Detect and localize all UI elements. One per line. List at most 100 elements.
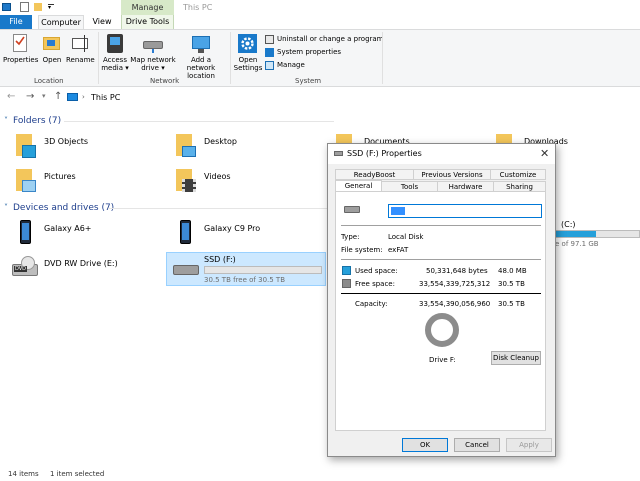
device-free-space: e of 97.1 GB — [555, 240, 599, 248]
tab-drive-tools[interactable]: Drive Tools — [121, 15, 174, 29]
folder-label: 3D Objects — [44, 137, 89, 146]
open-arrow-icon — [47, 40, 55, 46]
window-title: This PC — [183, 3, 213, 12]
desktop-screen-icon — [182, 146, 196, 157]
free-space-swatch — [342, 279, 351, 288]
properties-dialog: SSD (F:) Properties ✕ ReadyBoost Previou… — [327, 143, 556, 457]
hard-drive-icon — [173, 265, 199, 275]
manage-icon — [265, 61, 274, 70]
folder-label: Desktop — [204, 137, 237, 146]
disk-cleanup-button[interactable]: Disk Cleanup — [491, 351, 541, 365]
type-label: Type: — [341, 233, 360, 241]
dvd-badge-icon: DVD — [14, 266, 28, 272]
drive-name-input[interactable] — [388, 204, 542, 218]
tab-file[interactable]: File — [0, 15, 32, 29]
device-item-c-drive[interactable]: (C:) e of 97.1 GB — [555, 218, 640, 250]
title-bar: ▾ Manage This PC — [0, 0, 640, 15]
device-item-dvd[interactable]: DVD DVD RW Drive (E:) — [12, 256, 164, 286]
forward-arrow-icon[interactable]: → — [26, 91, 34, 102]
network-location-icon — [192, 36, 210, 49]
uninstall-icon — [265, 35, 274, 44]
access-media-screen-icon — [110, 37, 120, 45]
rename-label: Rename — [66, 56, 95, 64]
ok-button[interactable]: OK — [402, 438, 448, 452]
group-location-label: Location — [34, 77, 64, 85]
3d-cube-icon — [22, 145, 36, 158]
address-path[interactable]: This PC — [91, 93, 120, 102]
network-location-stand-icon — [198, 49, 204, 53]
device-label: SSD (F:) — [204, 255, 236, 264]
network-drive-icon — [143, 41, 163, 49]
add-network-location-label: Add a network location — [186, 56, 216, 80]
rename-cursor-icon — [84, 35, 85, 52]
properties-label: Properties — [3, 56, 39, 64]
back-arrow-icon[interactable]: ← — [7, 91, 15, 102]
manage-context-label: Manage — [131, 3, 164, 12]
tab-computer[interactable]: Computer — [38, 15, 84, 29]
disk-usage-donut — [425, 313, 459, 347]
ribbon-separator — [382, 32, 383, 84]
new-folder-qa-icon[interactable] — [34, 3, 42, 11]
divider — [341, 293, 541, 294]
this-pc-icon — [67, 93, 78, 101]
device-item-ssd[interactable]: SSD (F:) 30.5 TB free of 30.5 TB — [166, 252, 326, 286]
general-panel: Type: Local Disk File system: exFAT Used… — [335, 191, 546, 431]
tab-previous-versions[interactable]: Previous Versions — [413, 169, 491, 180]
drive-large-icon — [344, 206, 360, 213]
close-icon[interactable]: ✕ — [540, 147, 549, 160]
free-space-label: Free space: — [355, 280, 395, 288]
status-selection: 1 item selected — [50, 470, 105, 478]
network-drive-cable-icon — [152, 49, 154, 53]
open-label: Open — [42, 56, 62, 64]
folder-label: Pictures — [44, 172, 76, 181]
phone-screen-icon — [22, 223, 29, 240]
pictures-photo-icon — [22, 180, 36, 192]
folder-item-pictures[interactable]: Pictures — [14, 169, 164, 199]
phone-screen-icon — [182, 223, 189, 240]
tab-customize[interactable]: Customize — [490, 169, 546, 180]
folders-chevron-icon[interactable]: ˅ — [4, 116, 8, 125]
qa-dropdown-icon[interactable]: ▾ — [48, 4, 54, 11]
folders-header[interactable]: Folders (7) — [13, 116, 61, 126]
apply-button[interactable]: Apply — [506, 438, 552, 452]
device-label: Galaxy A6+ — [44, 224, 92, 233]
properties-qa-icon[interactable] — [20, 2, 29, 12]
free-space-size: 30.5 TB — [498, 280, 525, 288]
manage-button[interactable]: Manage — [265, 60, 315, 71]
capacity-bytes: 33,554,390,056,960 — [419, 300, 491, 308]
group-network-label: Network — [150, 77, 180, 85]
used-space-bytes: 50,331,648 bytes — [426, 267, 488, 275]
uninstall-button[interactable]: Uninstall or change a program — [265, 34, 384, 45]
device-label: DVD RW Drive (E:) — [44, 259, 118, 268]
navigation-bar: ← → ▾ ↑ › This PC — [0, 88, 640, 108]
devices-header[interactable]: Devices and drives (7) — [13, 203, 114, 213]
device-item-galaxy-a6[interactable]: Galaxy A6+ — [14, 220, 164, 250]
drive-title-icon — [334, 151, 343, 156]
system-properties-label: System properties — [277, 48, 342, 56]
access-media-label: Access media ▾ — [101, 56, 129, 72]
folder-item-3d-objects[interactable]: 3D Objects — [14, 134, 164, 164]
section-divider — [64, 121, 334, 122]
capacity-label: Capacity: — [355, 300, 388, 308]
tab-readyboost[interactable]: ReadyBoost — [335, 169, 414, 180]
videos-film-icon — [182, 179, 196, 192]
device-item-galaxy-c9[interactable]: Galaxy C9 Pro — [174, 220, 324, 250]
cancel-button[interactable]: Cancel — [454, 438, 500, 452]
rename-icon — [72, 38, 88, 49]
devices-chevron-icon[interactable]: ˅ — [4, 203, 8, 212]
tab-view[interactable]: View — [88, 15, 116, 29]
ribbon-separator — [230, 32, 231, 84]
system-properties-button[interactable]: System properties — [265, 47, 345, 58]
divider — [341, 259, 541, 260]
map-network-drive-label: Map network drive ▾ — [130, 56, 176, 72]
status-item-count: 14 items — [8, 470, 39, 478]
recent-dropdown-icon[interactable]: ▾ — [42, 92, 46, 100]
folder-item-videos[interactable]: Videos — [174, 169, 324, 199]
section-divider — [108, 208, 334, 209]
c-usage-bar — [555, 230, 640, 238]
device-label: (C:) — [561, 220, 576, 229]
folder-item-desktop[interactable]: Desktop — [174, 134, 324, 164]
path-chevron-icon: › — [82, 93, 85, 101]
file-system-label: File system: — [341, 246, 383, 254]
up-arrow-icon[interactable]: ↑ — [54, 91, 62, 102]
